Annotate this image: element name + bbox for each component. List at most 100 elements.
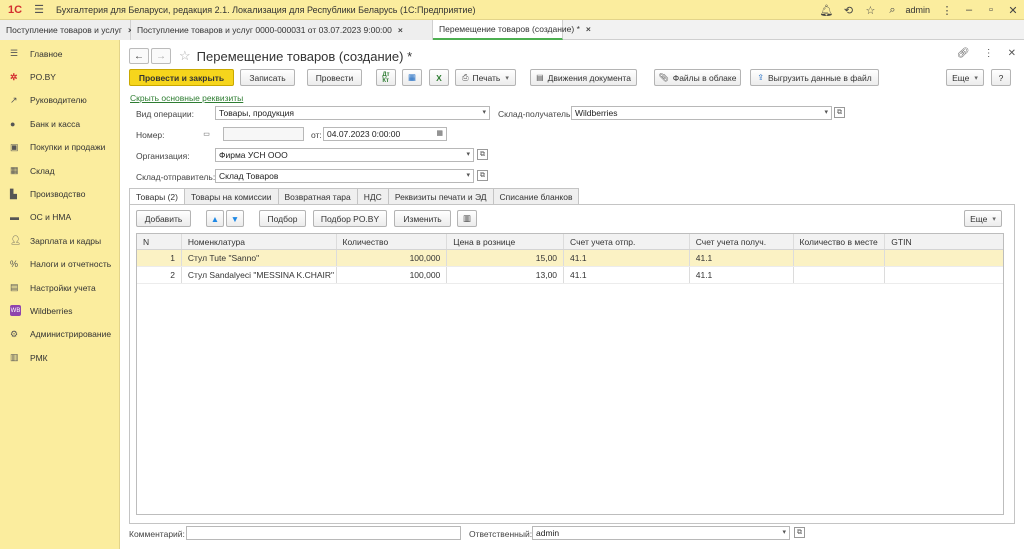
sidebar-item-poby[interactable]: ✲ PO.BY [0,65,119,88]
table-row[interactable]: 1 Стул Tute "Sanno" 100,000 15,00 41.1 4… [137,250,1003,267]
close-form-icon[interactable]: ✕ [1008,48,1016,59]
move-down-button[interactable]: ▼ [226,210,244,227]
table-more-button[interactable]: Еще ▾ [964,210,1002,227]
tab-commission-goods[interactable]: Товары на комиссии [185,188,279,205]
date-field[interactable]: 04.07.2023 0:00:00 ▦ [323,127,447,141]
cell-retail-price[interactable]: 13,00 [447,267,565,283]
number-field[interactable] [223,127,304,141]
sidebar-item-main[interactable]: ☰ Главное [0,42,119,65]
tab-blank-writeoff[interactable]: Списание бланков [493,188,580,205]
chevron-down-icon[interactable]: ▾ [482,108,486,116]
tab-vat[interactable]: НДС [357,188,389,205]
cell-nomenclature[interactable]: Стул Tute "Sanno" [182,250,337,266]
cell-account-to[interactable]: 41.1 [690,267,794,283]
chevron-down-icon[interactable]: ▾ [824,108,828,116]
sidebar-item-rmk[interactable]: ▥ РМК [0,346,119,369]
window-tab-receipt-doc[interactable]: Поступление товаров и услуг 0000-000031 … [131,20,433,40]
cell-account-from[interactable]: 41.1 [564,267,690,283]
cell-retail-price[interactable]: 15,00 [447,250,565,266]
save-button[interactable]: Записать [240,69,295,86]
sidebar-item-payroll[interactable]: 👤︎ Зарплата и кадры [0,229,119,252]
structure-button[interactable]: ▦ [402,69,422,86]
back-button[interactable]: ← [129,48,149,64]
sidebar-item-warehouse[interactable]: ▦ Склад [0,159,119,182]
sidebar-item-purchases[interactable]: ▣ Покупки и продажи [0,136,119,159]
favorite-star-icon[interactable]: ☆ [179,48,191,64]
cell-account-to[interactable]: 41.1 [690,250,794,266]
print-button[interactable]: ⎙ Печать ▾ [455,69,516,86]
chevron-down-icon[interactable]: ▾ [466,171,470,179]
operation-type-field[interactable]: Товары, продукция ▾ [215,106,490,120]
dt-kt-button[interactable]: Дт Кт [376,69,396,86]
excel-button[interactable]: X [429,69,449,86]
sidebar-item-bank[interactable]: ● Банк и касса [0,112,119,135]
comment-field[interactable] [186,526,461,540]
more-button[interactable]: Еще ▾ [946,69,984,86]
close-tab-icon[interactable]: × [398,25,403,35]
more-icon[interactable]: ⋮ [936,4,958,17]
current-user[interactable]: admin [905,5,930,15]
cell-gtin[interactable] [885,267,1003,283]
cell-quantity-per-place[interactable] [794,250,886,266]
sidebar-item-admin[interactable]: ⚙ Администрирование [0,323,119,346]
cloud-files-button[interactable]: 📎︎ Файлы в облаке [654,69,741,86]
sidebar-item-settings[interactable]: ▤ Настройки учета [0,276,119,299]
pick-poby-button[interactable]: Подбор PO.BY [313,210,387,227]
tab-goods[interactable]: Товары (2) [129,188,185,205]
pick-button[interactable]: Подбор [259,210,306,227]
responsible-field[interactable]: admin ▾ [532,526,790,540]
chevron-down-icon[interactable]: ▾ [466,150,470,158]
sidebar-item-assets[interactable]: ▬ ОС и НМА [0,206,119,229]
history-icon[interactable]: ⟲ [837,4,859,17]
sidebar-item-production[interactable]: ▙ Производство [0,182,119,205]
cell-account-from[interactable]: 41.1 [564,250,690,266]
receiver-warehouse-field[interactable]: Wildberries ▾ [571,106,832,120]
cell-quantity[interactable]: 100,000 [337,267,448,283]
cell-gtin[interactable] [885,250,1003,266]
window-tab-transfer[interactable]: Перемещение товаров (создание) * × [433,20,591,40]
main-menu-icon[interactable]: ☰ [30,3,48,16]
post-button[interactable]: Провести [307,69,362,86]
organization-field[interactable]: Фирма УСН ООО ▾ [215,148,474,162]
export-data-button[interactable]: ⇪ Выгрузить данные в файл [750,69,879,86]
barcode-button[interactable]: ▥ [457,210,477,227]
bell-icon[interactable]: 🔔︎ [815,4,837,17]
minimize-icon[interactable]: – [958,4,980,16]
table-row[interactable]: 2 Стул Sandalyeci "MESSINA K.CHAIR" 100,… [137,267,1003,284]
add-row-button[interactable]: Добавить [136,210,191,227]
sidebar-item-taxes[interactable]: % Налоги и отчетность [0,253,119,276]
close-tab-icon[interactable]: × [586,24,591,34]
open-organization-icon[interactable]: ⧉ [477,149,488,160]
column-header-nomenclature[interactable]: Номенклатура [182,234,337,249]
cell-quantity[interactable]: 100,000 [337,250,448,266]
column-header-retail-price[interactable]: Цена в рознице [447,234,565,249]
star-icon[interactable]: ☆ [859,4,881,17]
forward-button[interactable]: → [151,48,171,64]
calendar-icon[interactable]: ▦ [436,129,443,137]
column-header-account-from[interactable]: Счет учета отпр. [564,234,690,249]
move-up-button[interactable]: ▲ [206,210,224,227]
help-button[interactable]: ? [991,69,1011,86]
sidebar-item-wildberries[interactable]: WB Wildberries [0,299,119,322]
column-header-quantity[interactable]: Количество [337,234,448,249]
sender-warehouse-field[interactable]: Склад Товаров ▾ [215,169,474,183]
window-tab-receipts[interactable]: Поступление товаров и услуг× [0,20,133,40]
open-receiver-icon[interactable]: ⧉ [834,107,845,118]
link-icon[interactable]: 🔗︎ [957,48,970,59]
cell-quantity-per-place[interactable] [794,267,886,283]
column-header-n[interactable]: N [137,234,182,249]
open-sender-icon[interactable]: ⧉ [477,170,488,181]
column-header-quantity-per-place[interactable]: Количество в месте [794,234,886,249]
cell-nomenclature[interactable]: Стул Sandalyeci "MESSINA K.CHAIR" [182,267,337,283]
toggle-main-details-link[interactable]: Скрыть основные реквизиты [130,93,243,103]
number-edit-icon[interactable]: ▭ [201,128,212,139]
post-and-close-button[interactable]: Провести и закрыть [129,69,234,86]
restore-icon[interactable]: ▫ [980,4,1002,16]
open-responsible-icon[interactable]: ⧉ [794,527,805,538]
column-header-account-to[interactable]: Счет учета получ. [690,234,794,249]
column-header-gtin[interactable]: GTIN [885,234,1003,249]
sidebar-item-manager[interactable]: ↗ Руководителю [0,89,119,112]
more-actions-icon[interactable]: ⋮ [984,48,994,59]
chevron-down-icon[interactable]: ▾ [782,528,786,536]
tab-print-details[interactable]: Реквизиты печати и ЭД [388,188,494,205]
